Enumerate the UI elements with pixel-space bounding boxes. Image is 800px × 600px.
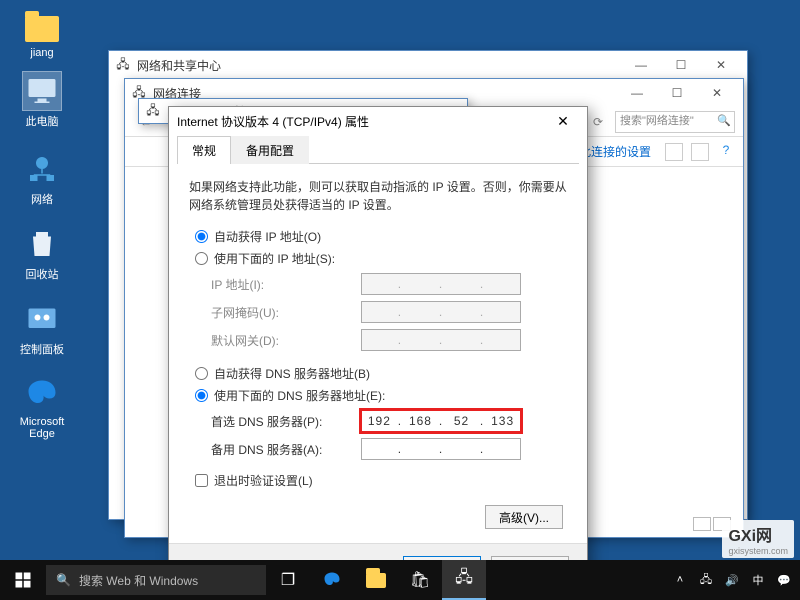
titlebar[interactable]: 🖧 网络和共享中心 — ☐ ✕ (109, 51, 747, 79)
taskbar-store[interactable]: 🛍 (398, 560, 442, 600)
start-button[interactable] (0, 560, 46, 600)
taskbar-edge[interactable] (310, 560, 354, 600)
input-dns1[interactable]: 192.168.52.133 (361, 410, 521, 432)
label-dns1: 首选 DNS 服务器(P): (211, 413, 361, 430)
advanced-button[interactable]: 高级(V)... (485, 505, 563, 529)
dialog-titlebar[interactable]: Internet 协议版本 4 (TCP/IPv4) 属性 ✕ (169, 107, 587, 135)
minimize-button[interactable]: — (621, 51, 661, 79)
desktop-icon-recyclebin[interactable]: 回收站 (12, 225, 72, 282)
minimize-button[interactable]: — (617, 79, 657, 107)
pc-icon (23, 72, 61, 110)
icon-label: 控制面板 (12, 341, 72, 357)
icon-label: 回收站 (12, 266, 72, 282)
icon-label: 网络 (12, 191, 72, 207)
preview-pane-icon[interactable] (691, 143, 709, 161)
ip-radio-group: 自动获得 IP 地址(O) 使用下面的 IP 地址(S): (195, 228, 567, 267)
system-tray: ˄ 🖧 🔊 中 💬 (672, 560, 800, 600)
desktop-icon-edge[interactable]: Microsoft Edge (12, 375, 72, 440)
watermark: GXi网gxisystem.com (722, 520, 794, 558)
ip-fields: IP 地址(I):... 子网掩码(U):... 默认网关(D):... (211, 273, 567, 351)
dns-fields: 首选 DNS 服务器(P): 192.168.52.133 备用 DNS 服务器… (211, 410, 567, 460)
checkbox-validate[interactable]: 退出时验证设置(L) (195, 472, 567, 489)
dns-radio-group: 自动获得 DNS 服务器地址(B) 使用下面的 DNS 服务器地址(E): (195, 365, 567, 404)
maximize-button[interactable]: ☐ (661, 51, 701, 79)
radio-auto-dns[interactable]: 自动获得 DNS 服务器地址(B) (195, 365, 567, 382)
tray-notification-icon[interactable]: 💬 (776, 572, 792, 588)
folder-icon (366, 573, 386, 588)
tray-volume-icon[interactable]: 🔊 (724, 572, 740, 588)
control-panel-icon (23, 300, 61, 338)
label-gateway: 默认网关(D): (211, 332, 361, 349)
refresh-button[interactable]: ⟳ (585, 109, 611, 135)
dialog-ipv4-properties[interactable]: Internet 协议版本 4 (TCP/IPv4) 属性 ✕ 常规 备用配置 … (168, 106, 588, 593)
desktop-icon-network[interactable]: 网络 (12, 150, 72, 207)
window-title: 网络和共享中心 (137, 57, 221, 74)
radio-manual-ip[interactable]: 使用下面的 IP 地址(S): (195, 250, 567, 267)
tab-alternate[interactable]: 备用配置 (231, 136, 309, 164)
input-gateway: ... (361, 329, 521, 351)
edge-icon (23, 375, 61, 413)
search-input[interactable]: 搜索"网络连接" (615, 111, 735, 133)
app-icon: 🖧 (115, 57, 131, 73)
help-icon[interactable]: ? (717, 143, 735, 161)
desktop-icon-controlpanel[interactable]: 控制面板 (12, 300, 72, 357)
icon-label: Microsoft Edge (12, 416, 72, 440)
desktop-icon-user[interactable]: jiang (12, 6, 72, 59)
description-text: 如果网络支持此功能，则可以获取自动指派的 IP 设置。否则，你需要从网络系统管理… (189, 178, 567, 214)
network-icon (23, 150, 61, 188)
desktop-icon-pc[interactable]: 此电脑 (12, 72, 72, 129)
icon-label: jiang (12, 47, 72, 59)
search-icon: 🔍 (56, 573, 71, 587)
adapter-icon: 🖧 (145, 103, 161, 119)
tray-network-icon[interactable]: 🖧 (698, 572, 714, 588)
view-dropdown-icon[interactable] (665, 143, 683, 161)
taskbar-active-window[interactable]: 🖧 (442, 560, 486, 600)
radio-manual-dns[interactable]: 使用下面的 DNS 服务器地址(E): (195, 387, 567, 404)
maximize-button[interactable]: ☐ (657, 79, 697, 107)
close-button[interactable]: ✕ (697, 79, 737, 107)
dialog-title: Internet 协议版本 4 (TCP/IPv4) 属性 (177, 113, 369, 130)
windows-icon (14, 571, 32, 589)
taskbar-search[interactable]: 🔍 搜索 Web 和 Windows (46, 565, 266, 595)
dialog-body: 如果网络支持此功能，则可以获取自动指派的 IP 设置。否则，你需要从网络系统管理… (169, 164, 587, 543)
input-dns2[interactable]: ... (361, 438, 521, 460)
input-mask: ... (361, 301, 521, 323)
input-ip: ... (361, 273, 521, 295)
tab-strip: 常规 备用配置 (177, 135, 579, 164)
tray-ime-icon[interactable]: 中 (750, 572, 766, 588)
tray-up-icon[interactable]: ˄ (672, 572, 688, 588)
label-ip: IP 地址(I): (211, 276, 361, 293)
close-button[interactable]: ✕ (701, 51, 741, 79)
label-dns2: 备用 DNS 服务器(A): (211, 441, 361, 458)
label-mask: 子网掩码(U): (211, 304, 361, 321)
taskbar: 🔍 搜索 Web 和 Windows ❐ 🛍 🖧 ˄ 🖧 🔊 中 💬 (0, 560, 800, 600)
recycle-bin-icon (23, 225, 61, 263)
tab-general[interactable]: 常规 (177, 136, 231, 164)
taskbar-explorer[interactable] (354, 560, 398, 600)
radio-auto-ip[interactable]: 自动获得 IP 地址(O) (195, 228, 567, 245)
icon-label: 此电脑 (12, 113, 72, 129)
folder-icon (25, 16, 59, 42)
task-view-button[interactable]: ❐ (266, 560, 310, 600)
close-button[interactable]: ✕ (547, 109, 579, 133)
